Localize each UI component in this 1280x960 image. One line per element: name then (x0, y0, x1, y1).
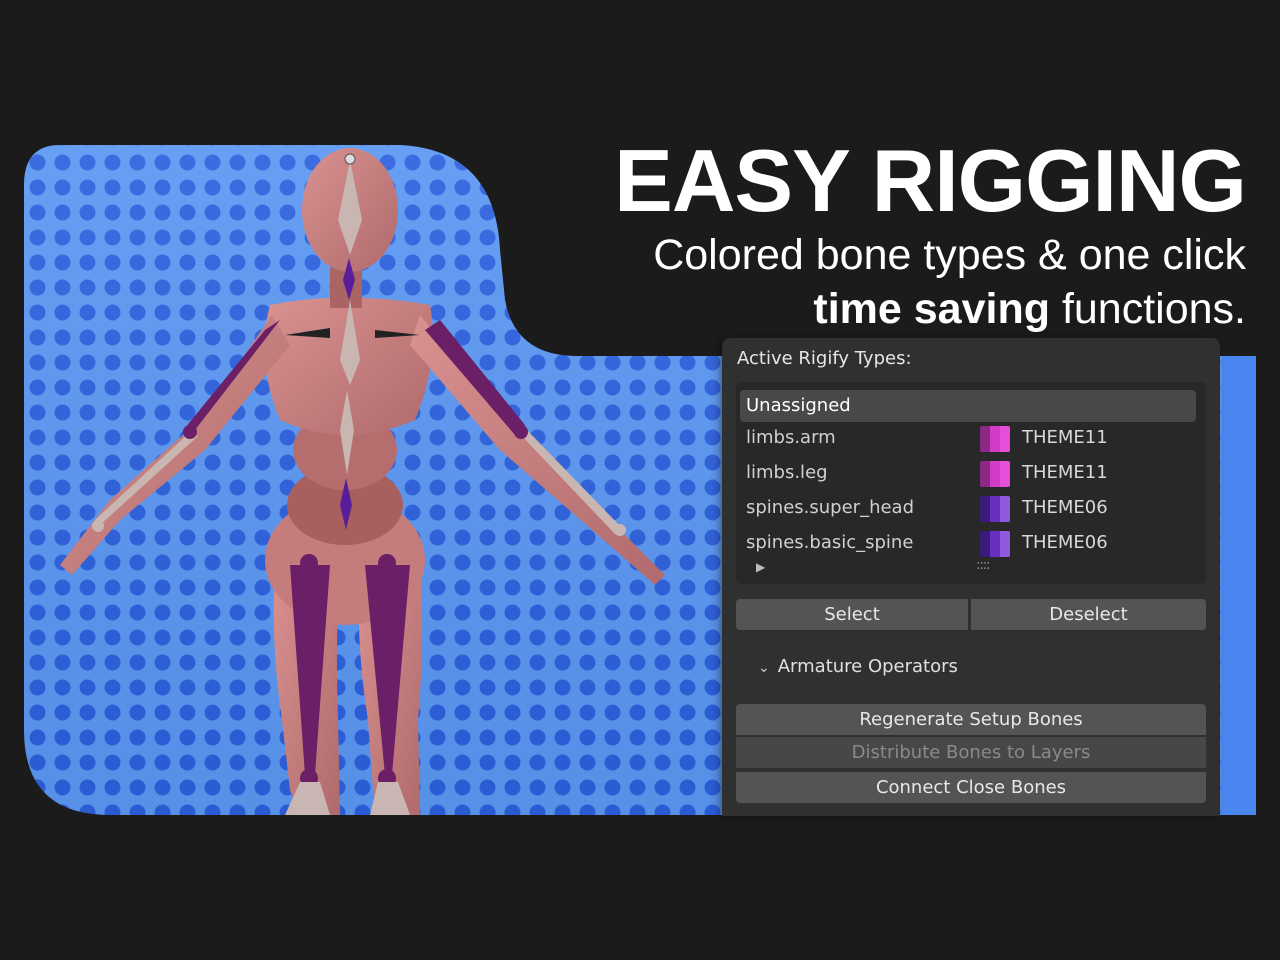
deselect-button[interactable]: Deselect (971, 599, 1206, 630)
resize-grip-icon[interactable]: :::: (976, 558, 990, 573)
rigify-types-list: Unassigned limbs.arm THEME11 limbs.leg T… (736, 382, 1206, 584)
list-item-limbs-leg[interactable]: limbs.leg THEME11 (736, 457, 1206, 489)
headline: EASY RIGGING Colored bone types & one cl… (614, 131, 1247, 336)
regenerate-setup-bones-button[interactable]: Regenerate Setup Bones (736, 704, 1206, 735)
headline-subtitle-line2: time saving functions. (614, 282, 1246, 336)
list-item-name: spines.super_head (746, 497, 915, 518)
distribute-bones-button: Distribute Bones to Layers (736, 737, 1206, 768)
list-item-limbs-arm[interactable]: limbs.arm THEME11 (736, 422, 1206, 454)
theme-label: THEME11 (1022, 427, 1108, 448)
headline-title: EASY RIGGING (614, 131, 1247, 230)
headline-subtitle-line1: Colored bone types & one click (653, 231, 1246, 279)
section-label: Armature Operators (777, 656, 958, 677)
list-item-name: Unassigned (746, 395, 851, 416)
list-item-name: spines.basic_spine (746, 532, 914, 553)
color-swatch[interactable] (980, 496, 1010, 522)
theme-label: THEME06 (1022, 532, 1108, 553)
connect-close-bones-button[interactable]: Connect Close Bones (736, 772, 1206, 803)
list-item-spines-super-head[interactable]: spines.super_head THEME06 (736, 492, 1206, 524)
color-swatch[interactable] (980, 426, 1010, 452)
expand-arrow-icon[interactable]: ▶ (756, 560, 765, 574)
headline-subtitle-bold: time saving (813, 285, 1050, 333)
armature-operators-section[interactable]: ⌄ Armature Operators (758, 656, 958, 677)
list-item-spines-basic-spine[interactable]: spines.basic_spine THEME06 (736, 527, 1206, 559)
panel-backdrop (1222, 356, 1256, 815)
color-swatch[interactable] (980, 531, 1010, 557)
headline-subtitle-rest: functions. (1050, 285, 1246, 333)
panel-title: Active Rigify Types: (737, 348, 912, 369)
color-swatch[interactable] (980, 461, 1010, 487)
list-item-name: limbs.leg (746, 462, 828, 483)
list-item-name: limbs.arm (746, 427, 836, 448)
theme-label: THEME11 (1022, 462, 1108, 483)
theme-label: THEME06 (1022, 497, 1108, 518)
rigify-types-panel: Active Rigify Types: Unassigned limbs.ar… (722, 338, 1220, 816)
list-item-unassigned[interactable]: Unassigned (740, 390, 1196, 422)
select-button[interactable]: Select (736, 599, 968, 630)
chevron-down-icon: ⌄ (758, 660, 770, 676)
